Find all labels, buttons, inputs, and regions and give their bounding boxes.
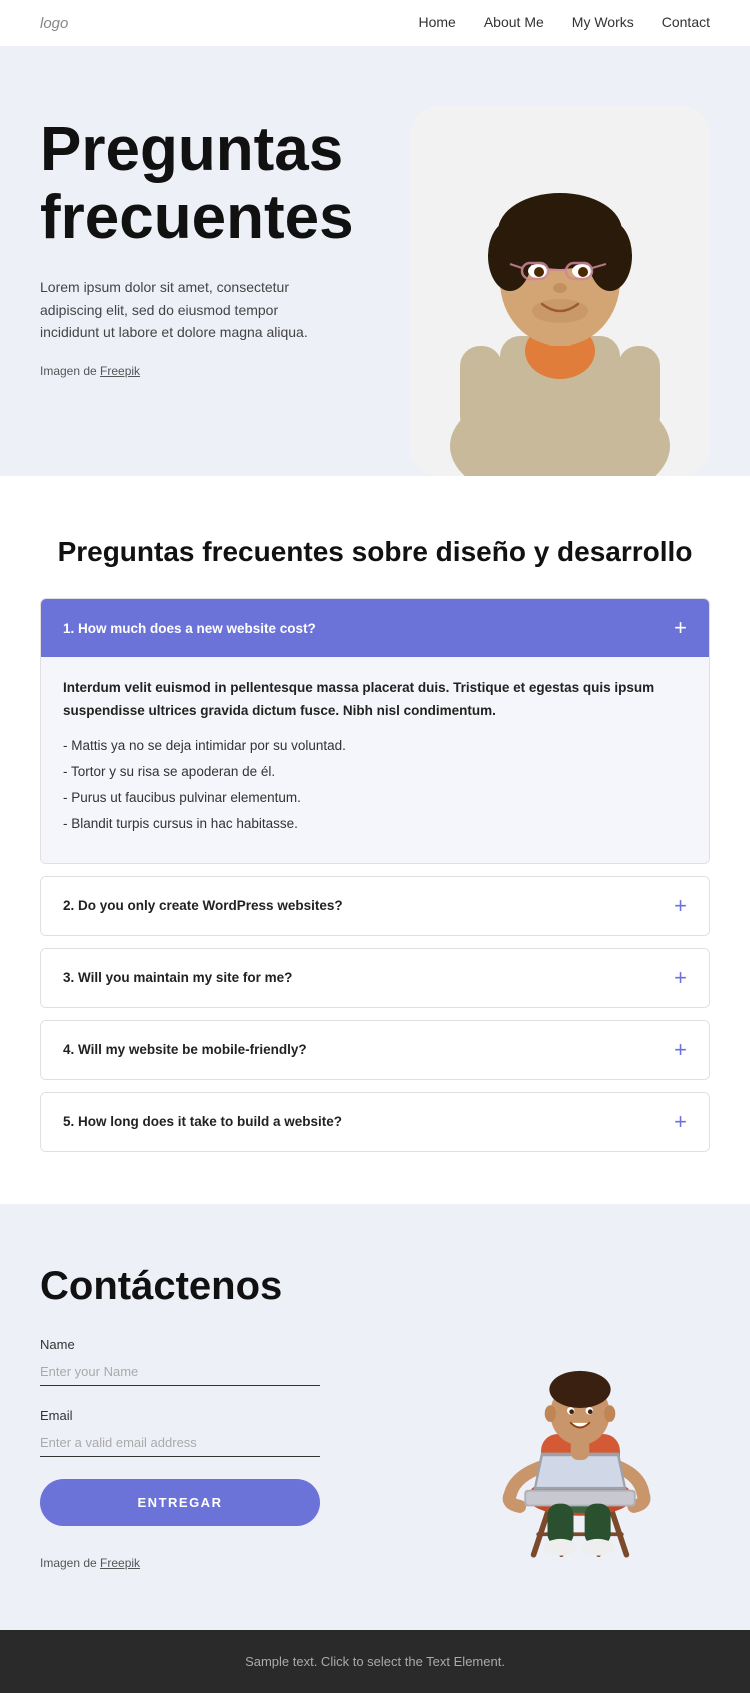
logo: logo	[40, 15, 68, 32]
faq-question-4: 4. Will my website be mobile-friendly?	[63, 1042, 307, 1057]
faq-answer-1: Interdum velit euismod in pellentesque m…	[41, 657, 709, 863]
contact-person-svg	[470, 1304, 690, 1564]
hero-image-credit: Imagen de Freepik	[40, 364, 390, 378]
nav-home[interactable]: Home	[418, 14, 455, 30]
hero-description: Lorem ipsum dolor sit amet, consectetur …	[40, 276, 340, 343]
faq-question-3: 3. Will you maintain my site for me?	[63, 970, 292, 985]
faq-item-5: 5. How long does it take to build a webs…	[40, 1092, 710, 1152]
contact-title: Contáctenos	[40, 1264, 430, 1309]
contact-image-credit: Imagen de Freepik	[40, 1556, 430, 1570]
faq-answer-1-list: Mattis ya no se deja intimidar por su vo…	[63, 735, 687, 836]
email-input[interactable]	[40, 1429, 320, 1457]
contact-form-area: Contáctenos Name Email ENTREGAR Imagen d…	[40, 1264, 430, 1570]
nav-my-works[interactable]: My Works	[572, 14, 634, 30]
list-item: Purus ut faucibus pulvinar elementum.	[63, 787, 687, 810]
contact-freepik-link[interactable]: Freepik	[100, 1556, 140, 1570]
faq-question-1: 1. How much does a new website cost?	[63, 621, 316, 636]
name-input[interactable]	[40, 1358, 320, 1386]
hero-person-illustration	[410, 106, 710, 476]
faq-answer-1-bold: Interdum velit euismod in pellentesque m…	[63, 677, 687, 723]
navbar: logo Home About Me My Works Contact	[0, 0, 750, 46]
hero-text: Preguntas frecuentes Lorem ipsum dolor s…	[40, 106, 390, 378]
list-item: Mattis ya no se deja intimidar por su vo…	[63, 735, 687, 758]
faq-plus-3: +	[674, 967, 687, 989]
nav-about-me[interactable]: About Me	[484, 14, 544, 30]
faq-item-2: 2. Do you only create WordPress websites…	[40, 876, 710, 936]
hero-title: Preguntas frecuentes	[40, 116, 390, 252]
hero-freepik-link[interactable]: Freepik	[100, 364, 140, 378]
faq-item-5-header[interactable]: 5. How long does it take to build a webs…	[41, 1093, 709, 1151]
hero-section: Preguntas frecuentes Lorem ipsum dolor s…	[0, 46, 750, 476]
faq-question-5: 5. How long does it take to build a webs…	[63, 1114, 342, 1129]
faq-item-4-header[interactable]: 4. Will my website be mobile-friendly? +	[41, 1021, 709, 1079]
faq-section-title: Preguntas frecuentes sobre diseño y desa…	[40, 536, 710, 568]
faq-item-1: 1. How much does a new website cost? + I…	[40, 598, 710, 864]
name-label: Name	[40, 1337, 430, 1352]
footer-text: Sample text. Click to select the Text El…	[40, 1654, 710, 1669]
nav-links: Home About Me My Works Contact	[418, 14, 710, 32]
faq-item-1-header[interactable]: 1. How much does a new website cost? +	[41, 599, 709, 657]
faq-plus-4: +	[674, 1039, 687, 1061]
faq-section: Preguntas frecuentes sobre diseño y desa…	[0, 476, 750, 1204]
faq-item-3: 3. Will you maintain my site for me? +	[40, 948, 710, 1008]
list-item: Blandit turpis cursus in hac habitasse.	[63, 813, 687, 836]
email-label: Email	[40, 1408, 430, 1423]
faq-plus-1: +	[674, 617, 687, 639]
nav-contact[interactable]: Contact	[662, 14, 710, 30]
faq-question-2: 2. Do you only create WordPress websites…	[63, 898, 343, 913]
faq-plus-2: +	[674, 895, 687, 917]
faq-item-2-header[interactable]: 2. Do you only create WordPress websites…	[41, 877, 709, 935]
footer: Sample text. Click to select the Text El…	[0, 1630, 750, 1693]
contact-illustration	[450, 1264, 710, 1564]
contact-section: Contáctenos Name Email ENTREGAR Imagen d…	[0, 1204, 750, 1630]
faq-plus-5: +	[674, 1111, 687, 1133]
faq-item-3-header[interactable]: 3. Will you maintain my site for me? +	[41, 949, 709, 1007]
list-item: Tortor y su risa se apoderan de él.	[63, 761, 687, 784]
faq-item-4: 4. Will my website be mobile-friendly? +	[40, 1020, 710, 1080]
hero-image-container	[410, 106, 710, 476]
submit-button[interactable]: ENTREGAR	[40, 1479, 320, 1526]
